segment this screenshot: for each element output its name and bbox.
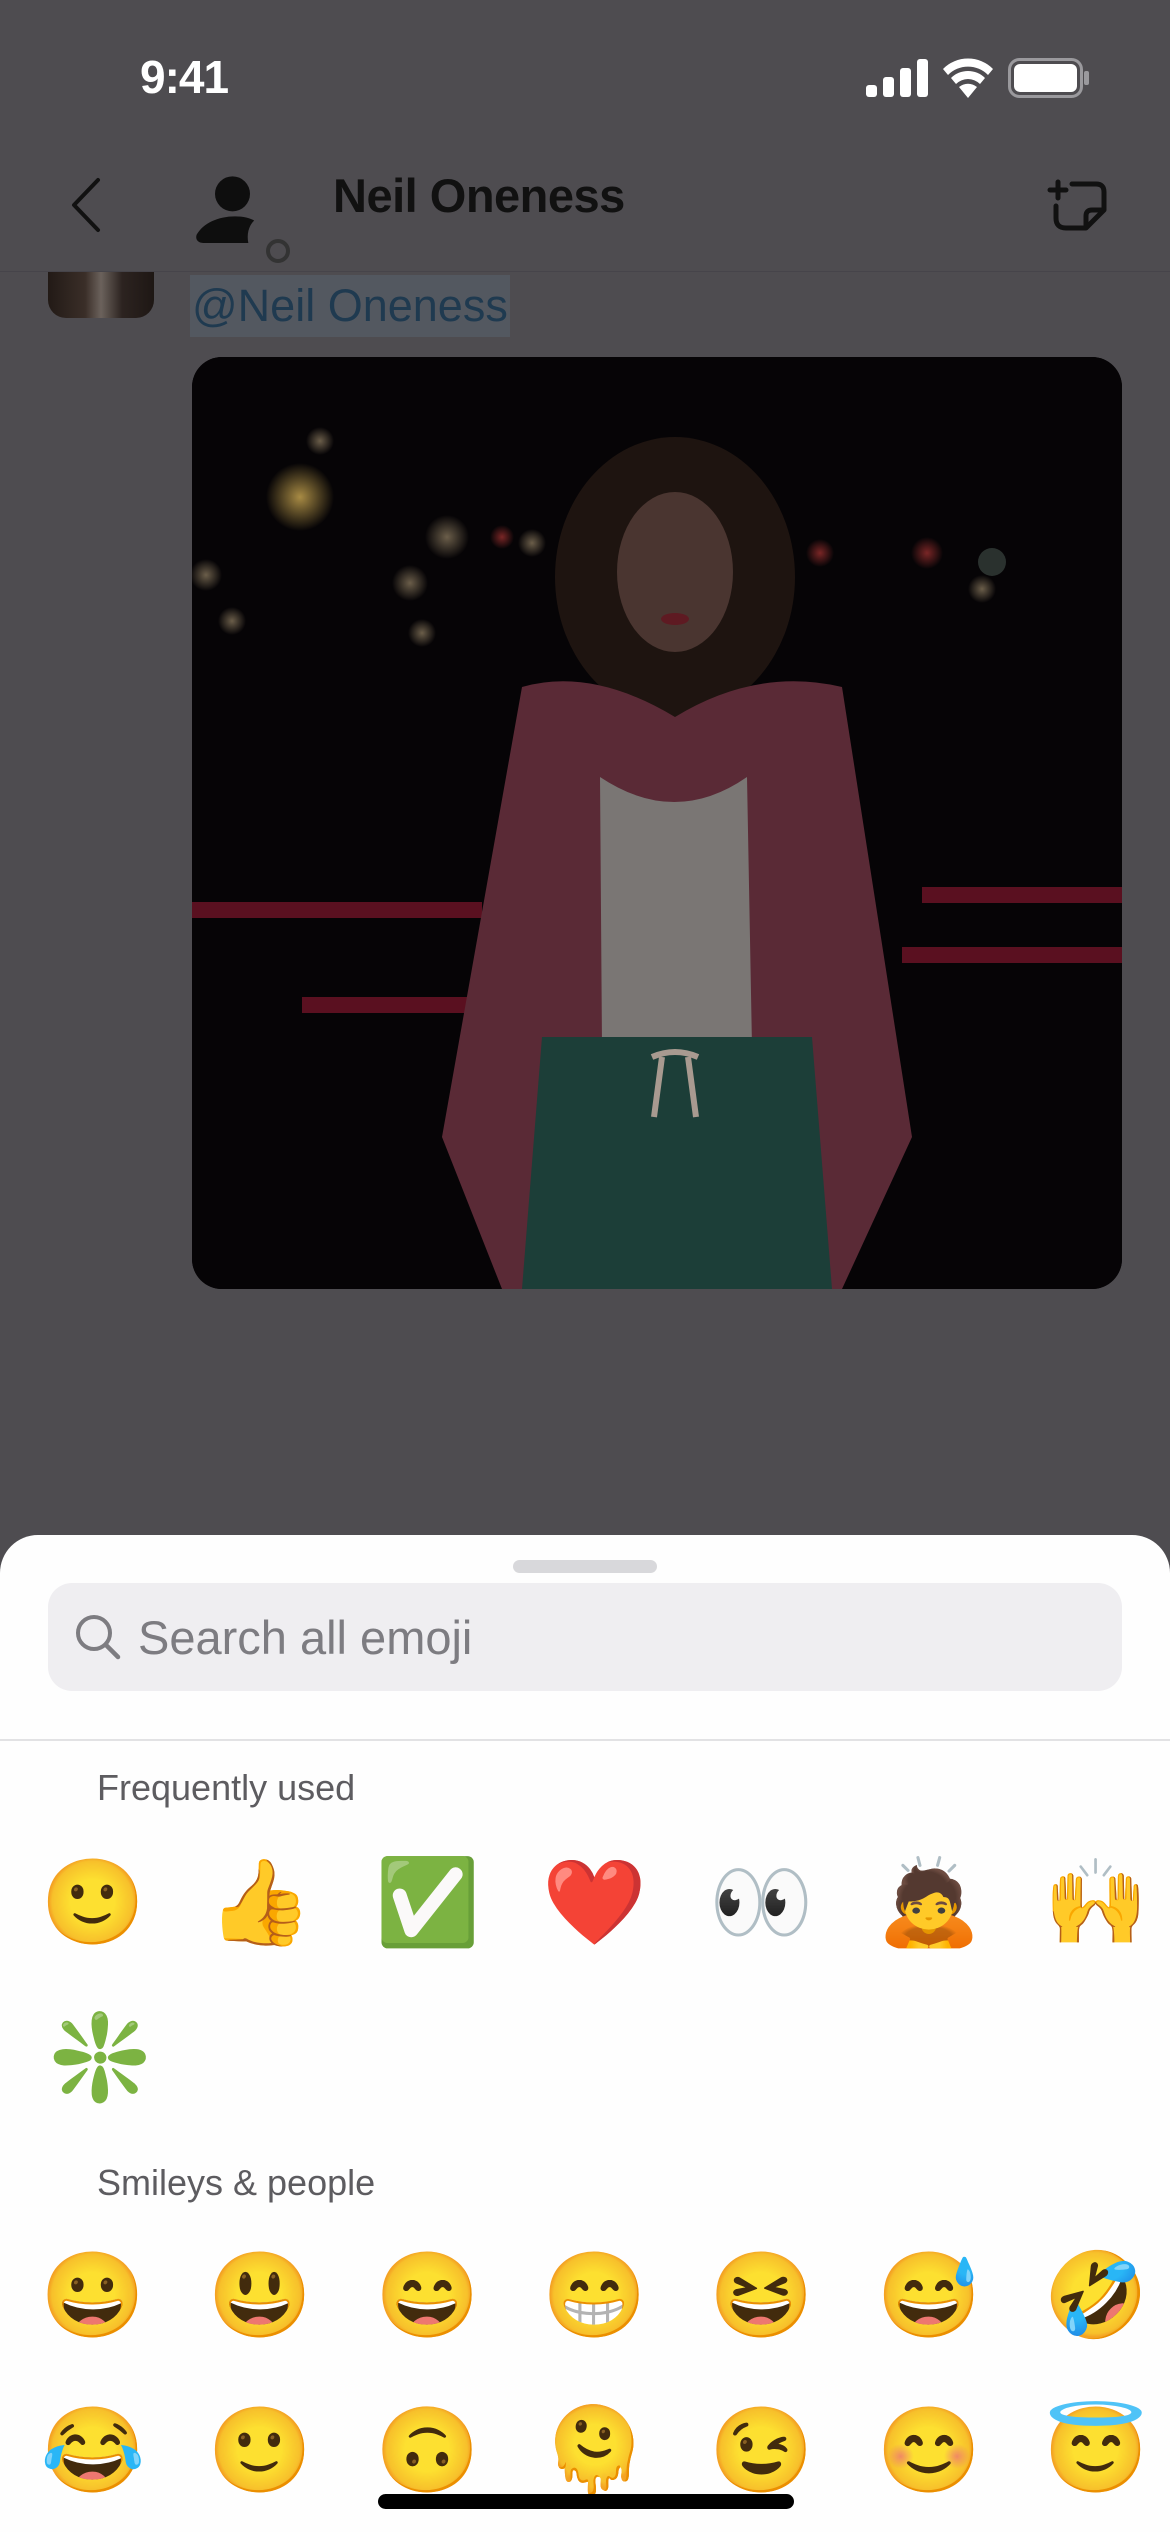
emoji-grinning-face-smiling-eyes[interactable]: 😄 — [353, 2235, 501, 2355]
emoji-melting-face[interactable]: 🫠 — [520, 2390, 668, 2510]
emoji-eyes[interactable]: 👀 — [688, 1842, 836, 1962]
emoji-search-input[interactable] — [138, 1609, 1038, 1665]
emoji-search-bar[interactable] — [48, 1583, 1122, 1691]
emoji-winking-face[interactable]: 😉 — [688, 2390, 836, 2510]
home-indicator[interactable] — [378, 2494, 794, 2509]
chevron-left-icon — [72, 178, 100, 232]
emoji-grinning-face-sweat[interactable]: 😅 — [855, 2235, 1003, 2355]
sheet-grabber[interactable] — [513, 1560, 657, 1573]
emoji-rolling-on-floor-laughing[interactable]: 🤣 — [1022, 2235, 1170, 2355]
battery-icon — [1008, 58, 1089, 98]
smileys-row-1: 😀 😃 😄 😁 😆 😅 🤣 — [0, 2235, 1170, 2355]
emoji-smiling-face-smiling-eyes[interactable]: 😊 — [855, 2390, 1003, 2510]
user-mention[interactable]: @Neil Oneness — [190, 275, 510, 337]
emoji-grinning-squinting-face[interactable]: 😆 — [688, 2235, 836, 2355]
new-note-icon — [1047, 179, 1107, 231]
search-icon — [76, 1615, 121, 1660]
emoji-grinning-face-big-eyes[interactable]: 😃 — [186, 2235, 334, 2355]
new-note-button[interactable] — [1042, 170, 1112, 240]
back-button[interactable] — [58, 170, 118, 240]
emoji-face-with-tears-of-joy[interactable]: 😂 — [19, 2390, 167, 2510]
status-bar: 9:41 — [0, 0, 1170, 150]
section-label-frequently-used: Frequently used — [97, 1767, 356, 1808]
emoji-raising-hands[interactable]: 🙌 — [1022, 1842, 1170, 1962]
presence-away-icon — [266, 239, 290, 263]
status-time: 9:41 — [140, 51, 229, 103]
frequently-used-row-2: ❇️ — [0, 1997, 1170, 2117]
section-label-smileys-people: Smileys & people — [97, 2162, 376, 2203]
wifi-icon — [943, 58, 993, 98]
emoji-thumbs-up[interactable]: 👍 — [186, 1842, 334, 1962]
photo-content — [192, 357, 1122, 1289]
emoji-red-heart[interactable]: ❤️ — [520, 1842, 668, 1962]
sender-avatar[interactable] — [48, 272, 154, 318]
status-icons — [866, 58, 1090, 98]
emoji-upside-down-face[interactable]: 🙃 — [353, 2390, 501, 2510]
emoji-picker-sheet: Frequently used 🙂 👍 ✅ ❤️ 👀 🙇 🙌 ❇️ Smiley… — [0, 1535, 1170, 2532]
search-divider — [0, 1739, 1170, 1741]
frequently-used-row-1: 🙂 👍 ✅ ❤️ 👀 🙇 🙌 — [0, 1842, 1170, 1962]
emoji-person-bowing[interactable]: 🙇 — [855, 1842, 1003, 1962]
emoji-smiling-face-halo[interactable]: 😇 — [1022, 2390, 1170, 2510]
emoji-sparkle[interactable]: ❇️ — [19, 1997, 181, 2117]
cellular-signal-icon — [866, 59, 928, 97]
conversation-title[interactable]: Neil Oneness — [333, 168, 625, 223]
emoji-slightly-smiling-face[interactable]: 🙂 — [186, 2390, 334, 2510]
emoji-beaming-face[interactable]: 😁 — [520, 2235, 668, 2355]
conversation-header: Neil Oneness — [0, 140, 1170, 272]
emoji-grinning-face[interactable]: 😀 — [19, 2235, 167, 2355]
emoji-white-check-mark[interactable]: ✅ — [353, 1842, 501, 1962]
contact-avatar-button[interactable] — [185, 158, 290, 263]
message-photo-attachment[interactable] — [192, 357, 1122, 1289]
smileys-row-2: 😂 🙂 🙃 🫠 😉 😊 😇 — [0, 2390, 1170, 2510]
emoji-slightly-smiling-face[interactable]: 🙂 — [19, 1842, 167, 1962]
